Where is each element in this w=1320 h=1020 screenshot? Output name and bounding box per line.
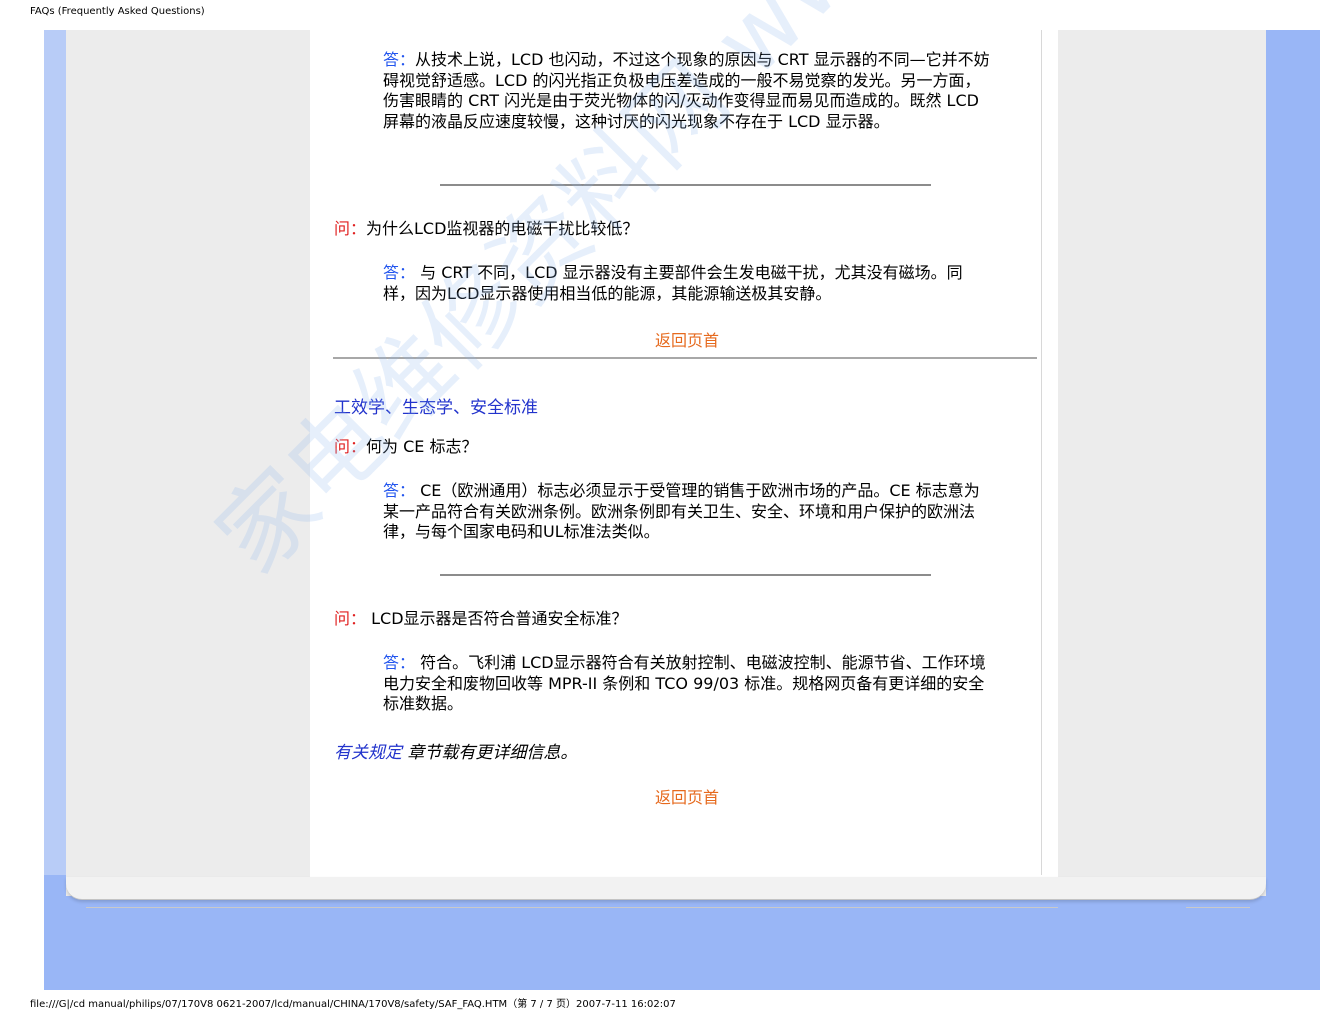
answer-text: CE（欧洲通用）标志必须显示于受管理的销售于欧洲市场的产品。CE 标志意为某一产… — [383, 481, 980, 541]
print-footer-path: file:///G|/cd manual/philips/07/170V8 06… — [30, 999, 676, 1010]
answer-label: 答： — [383, 263, 416, 282]
answer-safety: 答： 符合。飞利浦 LCD显示器符合有关放射控制、电磁波控制、能源节省、工作环境… — [383, 653, 993, 715]
answer-text: 从技术上说，LCD 也闪动，不过这个现象的原因与 CRT 显示器的不同—它并不妨… — [383, 50, 990, 131]
divider — [440, 574, 931, 576]
answer-emi: 答： 与 CRT 不同，LCD 显示器没有主要部件会生发电磁干扰，尤其没有磁场。… — [383, 263, 993, 304]
bottom-rule-right — [1186, 907, 1250, 908]
left-frame-strip — [44, 30, 66, 875]
question-label: 问： — [334, 437, 367, 456]
answer-text: 符合。飞利浦 LCD显示器符合有关放射控制、电磁波控制、能源节省、工作环境电力安… — [383, 653, 986, 713]
main-content-area — [310, 30, 1058, 896]
question-text: LCD显示器是否符合普通安全标准？ — [366, 609, 628, 628]
divider — [440, 184, 931, 186]
answer-ce: 答： CE（欧洲通用）标志必须显示于受管理的销售于欧洲市场的产品。CE 标志意为… — [383, 481, 993, 543]
question-safety: 问： LCD显示器是否符合普通安全标准？ — [334, 609, 628, 629]
answer-flicker: 答：从技术上说，LCD 也闪动，不过这个现象的原因与 CRT 显示器的不同—它并… — [383, 50, 993, 132]
question-label: 问： — [334, 609, 367, 628]
question-label: 问： — [334, 219, 367, 238]
back-to-top-link[interactable]: 返回页首 — [655, 327, 719, 351]
answer-label: 答： — [383, 653, 416, 672]
bottom-rule — [86, 907, 1058, 908]
section-title: 工效学、生态学、安全标准 — [334, 398, 538, 418]
question-text: 何为 CE 标志？ — [366, 437, 478, 456]
bottom-frame-bar — [66, 877, 1266, 900]
back-to-top-link[interactable]: 返回页首 — [655, 784, 719, 808]
content-right-border — [1041, 30, 1042, 875]
answer-label: 答： — [383, 481, 416, 500]
answer-text: 与 CRT 不同，LCD 显示器没有主要部件会生发电磁干扰，尤其没有磁场。同样，… — [383, 263, 963, 303]
regulations-note: 有关规定 章节载有更详细信息。 — [334, 738, 577, 763]
print-header-title: FAQs (Frequently Asked Questions) — [30, 6, 205, 17]
question-emi: 问：为什么LCD监视器的电磁干扰比较低？ — [334, 219, 638, 239]
left-sidebar-panel — [66, 30, 310, 896]
question-ce: 问：何为 CE 标志？ — [334, 437, 477, 457]
regulations-note-text: 章节载有更详细信息。 — [402, 743, 578, 763]
right-sidebar-panel — [1058, 30, 1266, 896]
question-text: 为什么LCD监视器的电磁干扰比较低？ — [366, 219, 639, 238]
regulations-link[interactable]: 有关规定 — [334, 743, 402, 763]
answer-label: 答： — [383, 50, 416, 69]
section-divider — [333, 357, 1037, 359]
